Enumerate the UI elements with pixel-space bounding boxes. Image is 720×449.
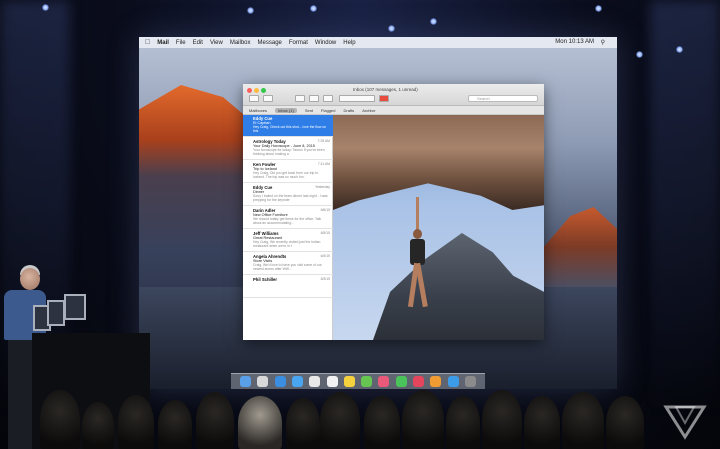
list-item[interactable]: Angela Ahrendts 6/4/15 Store Visits Crai… <box>243 253 333 275</box>
mail-icon[interactable] <box>291 376 303 387</box>
fav-mailboxes[interactable]: Mailboxes <box>249 108 267 113</box>
favorites-bar: Mailboxes Inbox (1) Sent Flagged Drafts … <box>243 106 544 115</box>
message-list: Eddy Cue El Capitan Hey Craig, Check out… <box>243 115 333 340</box>
close-icon[interactable] <box>247 88 252 93</box>
message-date: 7:28 AM <box>317 139 330 143</box>
message-date: 6/3/15 <box>320 277 330 281</box>
menu-window[interactable]: Window <box>315 40 336 46</box>
list-item[interactable]: Eddy Cue Yesterday Dinner Sorry I bailed… <box>243 184 333 206</box>
menu-mailbox[interactable]: Mailbox <box>230 40 251 46</box>
menu-edit[interactable]: Edit <box>193 40 203 46</box>
rock-arch-photo <box>333 115 544 210</box>
menu-bar:  Mail File Edit View Mailbox Message Fo… <box>139 37 617 48</box>
list-item[interactable]: Eddy Cue El Capitan Hey Craig, Check out… <box>243 115 333 137</box>
message-from: Phil Schiller <box>253 277 277 282</box>
list-item[interactable]: Phil Schiller 6/3/15 <box>243 276 333 298</box>
maps-icon[interactable] <box>361 376 373 387</box>
mail-toolbar: Inbox (107 messages, 1 unread) Search <box>243 84 544 106</box>
stage-light-beam <box>650 0 720 420</box>
launchpad-icon[interactable] <box>257 376 269 387</box>
flag-button[interactable] <box>379 95 389 102</box>
get-mail-button[interactable] <box>249 95 259 102</box>
stage-spotlight <box>42 4 49 11</box>
list-item[interactable]: Jeff Williams 6/5/15 Great Restaurant He… <box>243 230 333 252</box>
menu-message[interactable]: Message <box>258 40 282 46</box>
message-date: 6/5/15 <box>320 231 330 235</box>
climber-photo <box>405 197 433 315</box>
half-dome-photo <box>373 233 544 340</box>
finder-icon[interactable] <box>240 376 252 387</box>
stage-spotlight <box>388 25 395 32</box>
message-date: Yesterday <box>315 185 330 189</box>
fav-inbox[interactable]: Inbox (1) <box>275 107 297 113</box>
photos-icon[interactable] <box>378 376 390 387</box>
compose-button[interactable] <box>263 95 273 102</box>
list-item[interactable]: Darin Adler 6/6/15 New Office Furniture … <box>243 207 333 229</box>
stage-spotlight <box>310 5 317 12</box>
message-preview: We should totally get these for the offi… <box>253 217 322 225</box>
messages-icon[interactable] <box>395 376 407 387</box>
message-date: 6/6/15 <box>320 208 330 212</box>
stage-spotlight <box>247 7 254 14</box>
message-preview: Your horoscope for today: Taurus If you'… <box>253 148 325 156</box>
message-date: 7:11 AM <box>317 162 330 166</box>
message-preview: Sorry I bailed on the team dinner last n… <box>253 194 328 202</box>
safari-icon[interactable] <box>274 376 286 387</box>
mail-window: Inbox (107 messages, 1 unread) Search Ma… <box>243 84 544 340</box>
message-preview: Hey Craig, We recently visited just the … <box>253 240 321 248</box>
ibooks-icon[interactable] <box>430 376 442 387</box>
trash-button[interactable] <box>309 95 319 102</box>
stage-spotlight <box>636 51 643 58</box>
junk-button[interactable] <box>323 95 333 102</box>
archive-button[interactable] <box>295 95 305 102</box>
the-verge-logo <box>663 405 707 440</box>
reply-buttons[interactable] <box>339 95 375 102</box>
system-preferences-icon[interactable] <box>464 376 476 387</box>
fav-flagged[interactable]: Flagged <box>321 108 335 113</box>
menu-file[interactable]: File <box>176 40 186 46</box>
list-item[interactable]: Astrology Today 7:28 AM Your Daily Horos… <box>243 138 333 160</box>
list-item[interactable]: Ken Fowler 7:11 AM Trip to Iceland Hey C… <box>243 161 333 183</box>
contacts-icon[interactable] <box>309 376 321 387</box>
message-preview: Hey Craig, Check out this shot... love t… <box>253 125 327 133</box>
fav-drafts[interactable]: Drafts <box>344 108 355 113</box>
projection-screen:  Mail File Edit View Mailbox Message Fo… <box>139 37 617 389</box>
message-date: 6/4/15 <box>320 254 330 258</box>
spotlight-icon[interactable]: ⚲ <box>601 39 605 46</box>
minimize-icon[interactable] <box>254 88 259 93</box>
menu-view[interactable]: View <box>210 40 223 46</box>
zoom-icon[interactable] <box>261 88 266 93</box>
calendar-icon[interactable] <box>326 376 338 387</box>
stage-spotlight <box>676 46 683 53</box>
stage-spotlight <box>595 5 602 12</box>
menubar-clock[interactable]: Mon 10:13 AM <box>555 39 594 45</box>
window-title: Inbox (107 messages, 1 unread) <box>353 87 418 92</box>
fav-sent[interactable]: Sent <box>305 108 313 113</box>
app-store-icon[interactable] <box>447 376 459 387</box>
menu-help[interactable]: Help <box>343 40 355 46</box>
message-preview: Hey Craig, Did you get back from our tri… <box>253 171 319 179</box>
menu-format[interactable]: Format <box>289 40 308 46</box>
message-preview: Craig, We'd love to have you visit some … <box>253 263 322 271</box>
message-viewer <box>333 115 544 340</box>
stage-spotlight <box>430 18 437 25</box>
dock <box>231 373 485 389</box>
itunes-icon[interactable] <box>412 376 424 387</box>
menu-mail[interactable]: Mail <box>157 40 169 46</box>
keynote-stage:  Mail File Edit View Mailbox Message Fo… <box>0 0 720 449</box>
apple-icon[interactable]:  <box>145 39 150 46</box>
notes-icon[interactable] <box>343 376 355 387</box>
search-input[interactable]: Search <box>468 95 538 102</box>
fav-archive[interactable]: Archive <box>362 108 375 113</box>
